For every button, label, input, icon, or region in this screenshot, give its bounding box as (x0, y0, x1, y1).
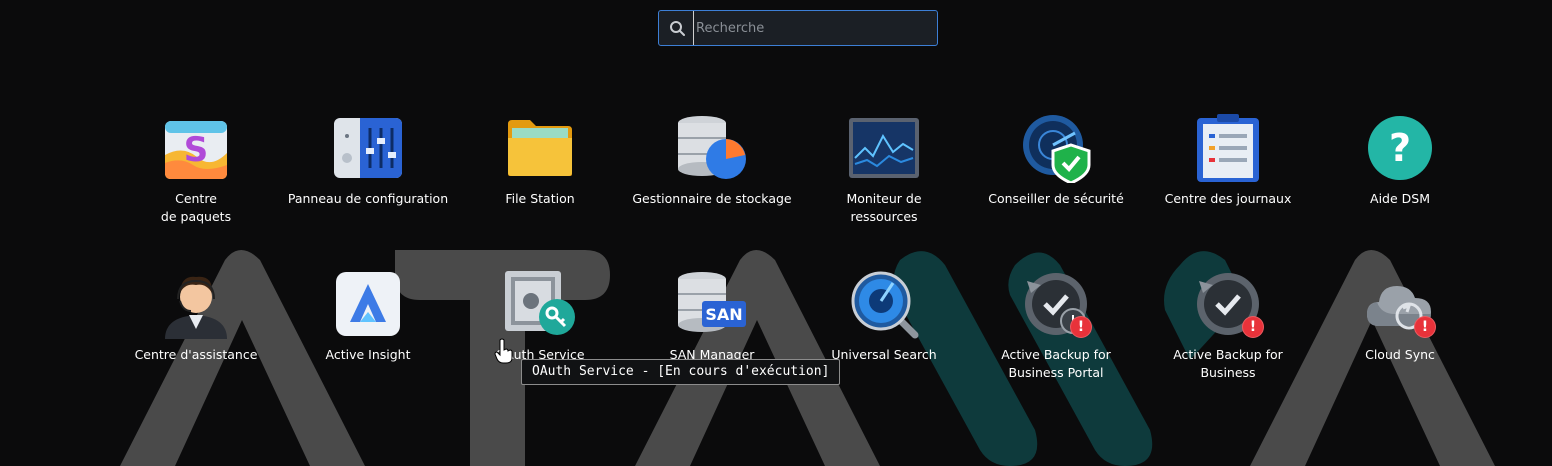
app-label: Active Backup for Business Portal (1001, 347, 1111, 380)
app-label: Gestionnaire de stockage (632, 191, 792, 206)
alert-badge: ! (1414, 316, 1436, 338)
app-support-center[interactable]: Centre d'assistance (110, 268, 282, 424)
app-row-2: Centre d'assistance Active Insight OAuth… (110, 268, 1486, 424)
app-security-advisor[interactable]: Conseiller de sécurité (970, 112, 1142, 268)
tooltip: OAuth Service - [En cours d'exécution] (521, 359, 841, 385)
alert-badge: ! (1070, 316, 1092, 338)
search-bar[interactable] (658, 10, 938, 46)
app-package-center[interactable]: S Centre de paquets (110, 112, 282, 268)
san-text: SAN (705, 305, 742, 324)
app-active-insight[interactable]: Active Insight (282, 268, 454, 424)
app-active-backup-portal[interactable]: ! Active Backup for Business Portal (970, 268, 1142, 424)
app-label: Moniteur de ressources (846, 191, 922, 224)
storage-manager-icon (678, 116, 746, 179)
oauth-safe-icon (505, 271, 575, 335)
security-shield-icon (1023, 115, 1091, 183)
app-label: Aide DSM (1370, 191, 1430, 206)
app-label: Centre des journaux (1164, 191, 1292, 206)
app-label: Centre d'assistance (134, 347, 258, 362)
app-active-backup[interactable]: ! Active Backup for Business (1142, 268, 1314, 424)
app-san-manager[interactable]: SAN SAN Manager (626, 268, 798, 424)
app-label: Active Backup for Business (1173, 347, 1283, 380)
search-input[interactable] (693, 11, 929, 45)
app-oauth-service[interactable]: OAuth Service (454, 268, 626, 424)
app-control-panel[interactable]: Panneau de configuration (282, 112, 454, 268)
app-label: Centre de paquets (160, 191, 232, 224)
app-dsm-help[interactable]: ? Aide DSM (1314, 112, 1486, 268)
svg-text:S: S (184, 130, 209, 170)
package-center-icon: S (165, 121, 227, 179)
app-cloud-sync[interactable]: ! Cloud Sync (1314, 268, 1486, 424)
app-label: Active Insight (325, 347, 411, 362)
app-file-station[interactable]: File Station (454, 112, 626, 268)
active-insight-icon (336, 272, 400, 336)
resource-monitor-icon (849, 118, 919, 178)
help-icon: ? (1368, 116, 1432, 180)
hand-cursor-icon (494, 338, 513, 364)
folder-icon (508, 120, 572, 176)
alert-badge: ! (1242, 316, 1264, 338)
magnifier-icon (851, 271, 919, 339)
app-label: Conseiller de sécurité (988, 191, 1124, 206)
log-center-icon (1197, 114, 1259, 182)
app-log-center[interactable]: Centre des journaux (1142, 112, 1314, 268)
app-label: File Station (505, 191, 575, 206)
control-panel-icon (334, 118, 402, 178)
support-agent-icon (165, 276, 227, 339)
app-storage-manager[interactable]: Gestionnaire de stockage (626, 112, 798, 268)
app-universal-search[interactable]: Universal Search (798, 268, 970, 424)
app-resource-monitor[interactable]: Moniteur de ressources (798, 112, 970, 268)
san-manager-icon: SAN (678, 272, 746, 332)
app-row-1: S Centre de paquets Panneau de configura… (110, 112, 1486, 268)
svg-text:?: ? (1389, 126, 1411, 170)
app-label: Panneau de configuration (287, 191, 449, 206)
search-icon (670, 21, 685, 36)
app-label: Cloud Sync (1365, 347, 1435, 362)
